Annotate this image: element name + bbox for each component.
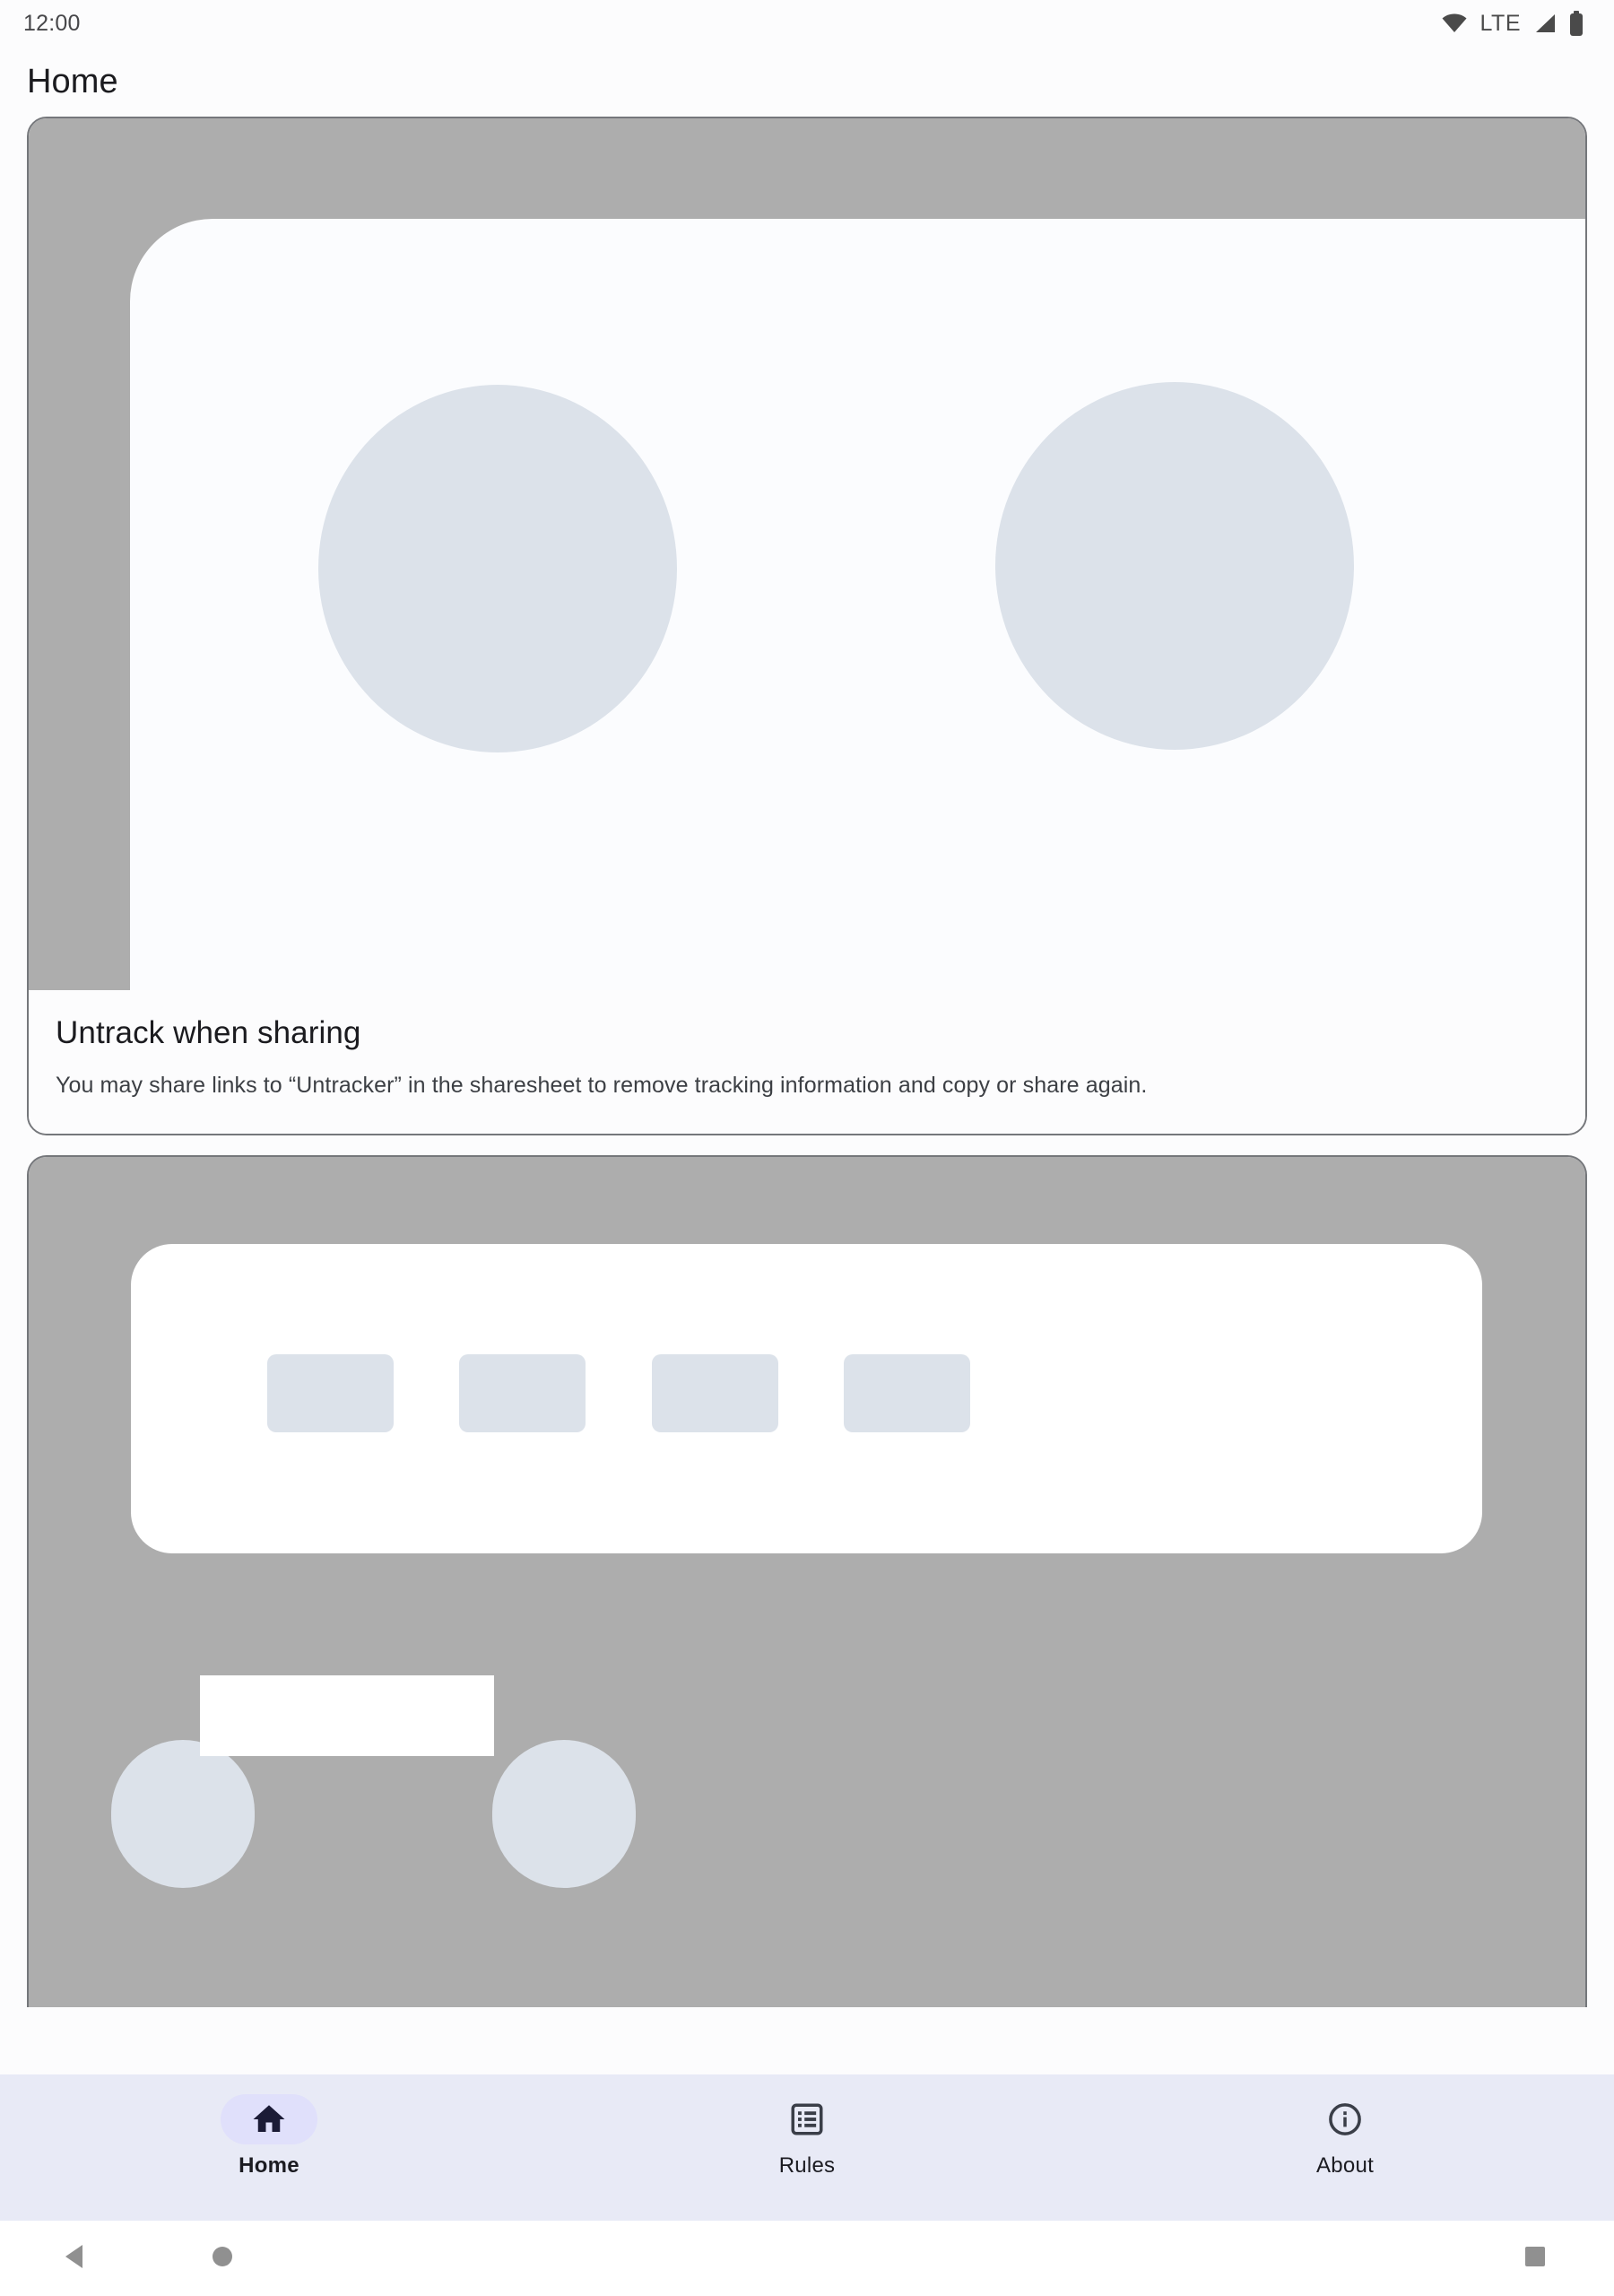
list-icon — [788, 2100, 826, 2138]
placeholder-circle — [318, 385, 677, 752]
page-title: Home — [27, 62, 118, 100]
home-circle-icon — [211, 2245, 234, 2273]
card-secondary-feature[interactable] — [27, 1154, 1587, 2007]
nav-label-rules: Rules — [778, 2153, 836, 2178]
placeholder-tile — [652, 1353, 778, 1432]
placeholder-tile — [459, 1353, 586, 1432]
status-bar: 12:00 LTE — [0, 0, 1614, 47]
card-untrack-when-sharing[interactable]: Untrack when sharing You may share links… — [27, 117, 1587, 1135]
scrollable-content[interactable]: Untrack when sharing You may share links… — [0, 117, 1614, 2074]
placeholder-panel — [130, 219, 1585, 990]
placeholder-blob — [111, 1739, 255, 1888]
placeholder-circle — [995, 382, 1354, 750]
card-title: Untrack when sharing — [56, 1015, 361, 1050]
system-recents-button[interactable] — [1523, 2245, 1547, 2273]
nav-label-about: About — [1316, 2153, 1374, 2178]
home-icon — [250, 2100, 288, 2138]
phone-screen: 12:00 LTE Home Untrack when sharing You … — [0, 0, 1614, 2296]
system-back-button[interactable] — [63, 2243, 86, 2274]
app-bar: Home — [0, 47, 1614, 117]
placeholder-tile — [267, 1353, 394, 1432]
nav-active-indicator — [221, 2094, 317, 2144]
wifi-icon — [1441, 13, 1468, 34]
status-icons: LTE — [1441, 11, 1584, 37]
back-triangle-icon — [63, 2243, 86, 2274]
card-media-placeholder — [29, 1156, 1585, 2007]
info-icon — [1326, 2100, 1364, 2138]
system-home-button[interactable] — [211, 2245, 234, 2273]
card-text-block: Untrack when sharing You may share links… — [29, 990, 1585, 1134]
nav-item-home[interactable]: Home — [0, 2094, 538, 2179]
placeholder-rect — [200, 1674, 494, 1756]
nav-indicator — [1297, 2094, 1393, 2144]
nav-label-home: Home — [239, 2153, 299, 2178]
status-clock: 12:00 — [23, 10, 81, 36]
placeholder-panel — [131, 1243, 1482, 1553]
nav-indicator — [759, 2094, 855, 2144]
recents-square-icon — [1523, 2245, 1547, 2273]
placeholder-blob — [492, 1739, 636, 1888]
signal-icon — [1533, 13, 1557, 34]
nav-item-rules[interactable]: Rules — [538, 2094, 1076, 2179]
nav-item-about[interactable]: About — [1076, 2094, 1614, 2179]
system-navigation-bar — [0, 2221, 1614, 2296]
card-body: You may share links to “Untracker” in th… — [56, 1073, 1148, 1098]
battery-icon — [1569, 11, 1584, 36]
card-media-placeholder — [29, 118, 1585, 990]
bottom-navigation-bar: Home Rules About — [0, 2074, 1614, 2221]
network-type-label: LTE — [1480, 10, 1521, 36]
placeholder-tile — [844, 1353, 970, 1432]
